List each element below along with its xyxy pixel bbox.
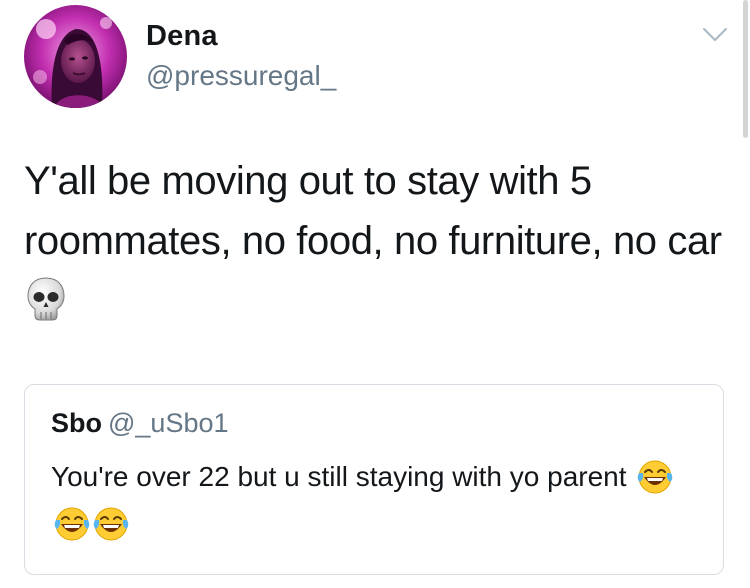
quoted-tweet-card[interactable]: Sbo @_uSbo1 You're over 22 but u still st…: [24, 384, 724, 575]
scrollbar[interactable]: [743, 0, 748, 138]
quoted-tweet-text: You're over 22 but u still staying with …: [51, 453, 701, 547]
quoted-tweet-body: You're over 22 but u still staying with …: [51, 461, 627, 492]
face-with-tears-of-joy-icon: [93, 506, 129, 542]
tweet-body: Y'all be moving out to stay with 5 roomm…: [24, 159, 722, 263]
face-with-tears-of-joy-icon: [54, 506, 90, 542]
tweet-text: Y'all be moving out to stay with 5 roomm…: [24, 151, 724, 331]
quoted-tweet-handle: @_uSbo1: [108, 408, 229, 438]
skull-icon: [26, 276, 66, 322]
author-handle[interactable]: @pressuregal_: [146, 58, 336, 94]
profile-photo-icon: [24, 5, 127, 108]
quoted-tweet-display-name: Sbo: [51, 408, 102, 438]
face-with-tears-of-joy-icon: [637, 459, 673, 495]
author-avatar[interactable]: [24, 5, 127, 108]
quoted-tweet-header: Sbo @_uSbo1: [51, 405, 229, 446]
author-display-name[interactable]: Dena: [146, 18, 218, 54]
chevron-down-icon[interactable]: [702, 26, 728, 44]
